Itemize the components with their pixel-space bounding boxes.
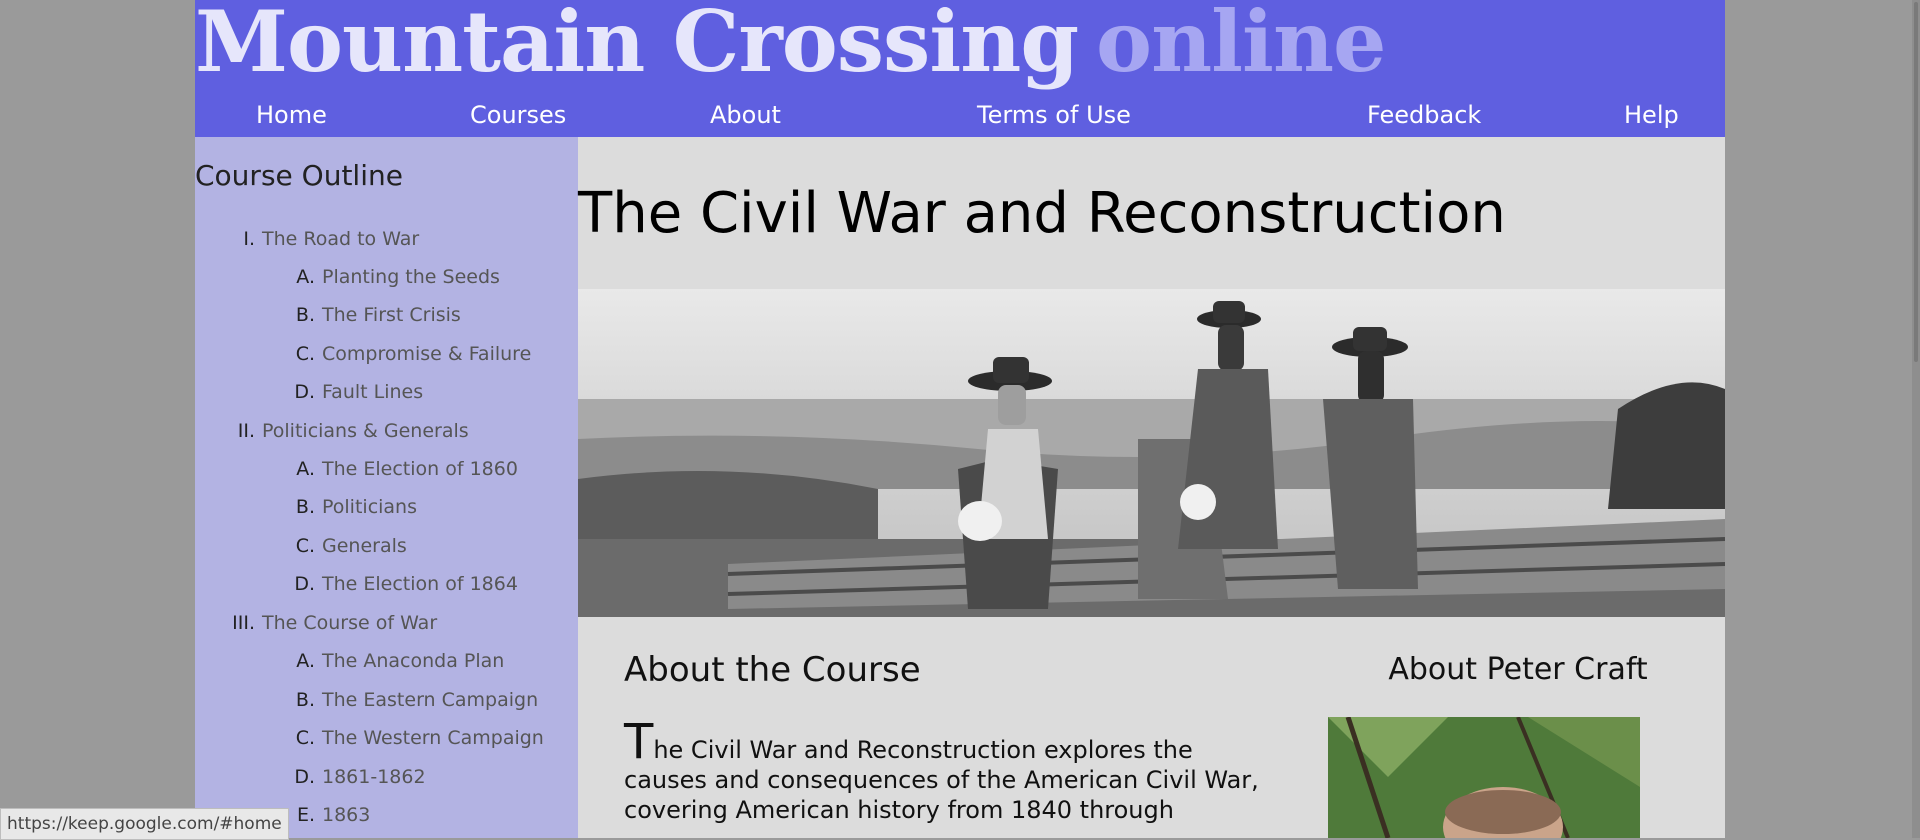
nav-feedback[interactable]: Feedback bbox=[1367, 98, 1481, 132]
page-title: The Civil War and Reconstruction bbox=[578, 181, 1506, 246]
outline-item: A. The Anaconda Plan bbox=[195, 646, 578, 676]
outline-number: A. bbox=[296, 266, 315, 288]
site-logo[interactable]: Mountain Crossing online bbox=[195, 0, 1386, 91]
outline-item: A. Planting the Seeds bbox=[195, 262, 578, 292]
outline-item: B. Politicians bbox=[195, 492, 578, 522]
outline-item: A. The Election of 1860 bbox=[195, 454, 578, 484]
outline-number: D. bbox=[294, 766, 315, 788]
outline-item: I. The Road to War bbox=[195, 224, 578, 254]
outline-link[interactable]: The Course of War bbox=[262, 608, 437, 638]
outline-number: III. bbox=[232, 612, 255, 634]
outline-link[interactable]: 1863 bbox=[322, 800, 370, 830]
outline-item: III. The Course of War bbox=[195, 608, 578, 638]
outline-link[interactable]: The Eastern Campaign bbox=[322, 685, 538, 715]
outline-title: Course Outline bbox=[195, 159, 403, 192]
outline-link[interactable]: The Election of 1860 bbox=[322, 454, 518, 484]
outline-number: B. bbox=[295, 496, 315, 518]
logo-sub-text: online bbox=[1096, 0, 1386, 91]
outline-number: D. bbox=[294, 381, 315, 403]
outline-item: D. The Election of 1864 bbox=[195, 569, 578, 599]
about-course-heading: About the Course bbox=[624, 650, 921, 690]
outline-link[interactable]: Politicians & Generals bbox=[262, 416, 469, 446]
outline-number: A. bbox=[296, 650, 315, 672]
outline-item: B. The Eastern Campaign bbox=[195, 685, 578, 715]
outline-link[interactable]: The Anaconda Plan bbox=[322, 646, 504, 676]
outline-link[interactable]: Planting the Seeds bbox=[322, 262, 500, 292]
outline-item: II. Politicians & Generals bbox=[195, 416, 578, 446]
outline-number: A. bbox=[296, 458, 315, 480]
logo-main-text: Mountain Crossing bbox=[195, 0, 1079, 91]
outline-link[interactable]: Politicians bbox=[322, 492, 417, 522]
course-outline-sidebar: Course Outline I. The Road to War A. Pla… bbox=[195, 137, 578, 838]
nav-home[interactable]: Home bbox=[256, 98, 327, 132]
drop-cap: T bbox=[624, 714, 654, 770]
outline-link[interactable]: The Western Campaign bbox=[322, 723, 544, 753]
outline-number: B. bbox=[295, 689, 315, 711]
outline-item: D. 1861-1862 bbox=[195, 762, 578, 792]
nav-courses[interactable]: Courses bbox=[470, 98, 566, 132]
status-bar-url: https://keep.google.com/#home bbox=[0, 808, 289, 840]
top-nav: Home Courses About Terms of Use Feedback… bbox=[195, 98, 1725, 134]
outline-item: C. Compromise & Failure bbox=[195, 339, 578, 369]
outline-link[interactable]: Generals bbox=[322, 531, 407, 561]
about-course-text: The Civil War and Reconstruction explore… bbox=[624, 718, 1264, 825]
outline-number: C. bbox=[295, 343, 315, 365]
outline-link[interactable]: Compromise & Failure bbox=[322, 339, 531, 369]
peter-craft-portrait bbox=[1328, 717, 1640, 838]
outline-number: II. bbox=[237, 420, 255, 442]
main-content: The Civil War and Reconstruction About t… bbox=[578, 137, 1725, 838]
outline-link[interactable]: The Road to War bbox=[262, 224, 419, 254]
site-header: Mountain Crossing online Home Courses Abo… bbox=[195, 0, 1725, 137]
outline-number: I. bbox=[243, 228, 255, 250]
outline-item: C. Generals bbox=[195, 531, 578, 561]
outline-link[interactable]: Fault Lines bbox=[322, 377, 423, 407]
outline-item: C. The Western Campaign bbox=[195, 723, 578, 753]
about-peter-heading: About Peter Craft bbox=[1388, 652, 1648, 687]
about-course-body: he Civil War and Reconstruction explores… bbox=[624, 736, 1259, 824]
outline-number: E. bbox=[296, 804, 315, 826]
outline-item: D. Fault Lines bbox=[195, 377, 578, 407]
nav-terms-of-use[interactable]: Terms of Use bbox=[977, 98, 1131, 132]
outline-link[interactable]: The First Crisis bbox=[322, 300, 461, 330]
nav-help[interactable]: Help bbox=[1624, 98, 1679, 132]
outline-link[interactable]: 1861-1862 bbox=[322, 762, 426, 792]
outline-number: D. bbox=[294, 573, 315, 595]
hero-photo-soldiers bbox=[578, 289, 1725, 617]
outline-number: B. bbox=[295, 304, 315, 326]
scrollbar-thumb[interactable] bbox=[1914, 2, 1918, 362]
outline-link[interactable]: The Election of 1864 bbox=[322, 569, 518, 599]
nav-about[interactable]: About bbox=[710, 98, 781, 132]
page: Mountain Crossing online Home Courses Abo… bbox=[195, 0, 1725, 838]
outline-item: B. The First Crisis bbox=[195, 300, 578, 330]
outline-number: C. bbox=[295, 535, 315, 557]
outline-number: C. bbox=[295, 727, 315, 749]
